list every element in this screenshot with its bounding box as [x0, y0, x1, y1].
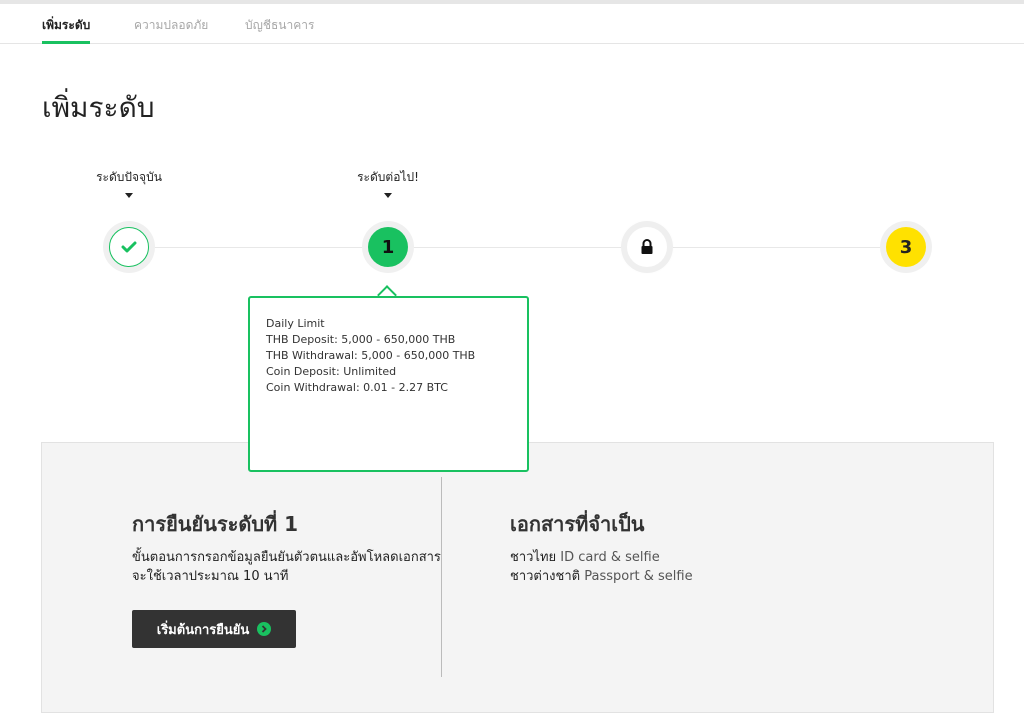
tab-upgrade-level[interactable]: เพิ่มระดับ — [42, 16, 91, 44]
step-level-1[interactable]: 1 — [368, 227, 408, 267]
popup-line: THB Withdrawal: 5,000 - 650,000 THB — [266, 349, 476, 362]
document-type: Passport & selfie — [584, 569, 693, 584]
current-level-text: ระดับปัจจุบัน — [96, 170, 162, 184]
verify-title: การยืนยันระดับที่ 1 — [132, 512, 299, 536]
start-verification-label: เริ่มต้นการยืนยัน — [156, 622, 250, 638]
popup-heading: Daily Limit — [266, 317, 325, 330]
tab-security[interactable]: ความปลอดภัย — [134, 16, 208, 44]
documents-list: ชาวไทย ID card & selfie ชาวต่างชาติ Pass… — [510, 548, 693, 586]
documents-title: เอกสารที่จำเป็น — [510, 512, 645, 536]
document-type: ID card & selfie — [560, 550, 660, 565]
step-level-3[interactable]: 3 — [886, 227, 926, 267]
step-completed[interactable] — [109, 227, 149, 267]
progress-track — [129, 247, 907, 248]
arrow-right-icon — [257, 622, 272, 636]
list-item: ชาวไทย ID card & selfie — [510, 548, 693, 567]
page-title: เพิ่มระดับ — [42, 91, 155, 124]
next-level-text: ระดับต่อไป! — [357, 170, 419, 184]
caret-down-icon — [125, 193, 133, 198]
tab-bar: เพิ่มระดับ ความปลอดภัย บัญชีธนาคาร — [0, 4, 1024, 44]
start-verification-button[interactable]: เริ่มต้นการยืนยัน — [132, 610, 296, 648]
next-level-label: ระดับต่อไป! — [333, 168, 443, 198]
popup-line: THB Deposit: 5,000 - 650,000 THB — [266, 333, 456, 346]
list-item: ชาวต่างชาติ Passport & selfie — [510, 567, 693, 586]
document-audience: ชาวต่างชาติ — [510, 569, 581, 584]
tab-bank-account[interactable]: บัญชีธนาคาร — [245, 16, 314, 44]
caret-down-icon — [384, 193, 392, 198]
check-icon — [121, 241, 137, 253]
level-limits-popup: Daily Limit THB Deposit: 5,000 - 650,000… — [248, 296, 529, 472]
popup-line: Coin Withdrawal: 0.01 - 2.27 BTC — [266, 381, 448, 394]
verify-description: ขั้นตอนการกรอกข้อมูลยืนยันตัวตนและอัพโหล… — [132, 550, 441, 584]
step-locked[interactable] — [627, 227, 667, 267]
lock-icon — [641, 239, 653, 254]
popup-line: Coin Deposit: Unlimited — [266, 365, 397, 378]
document-audience: ชาวไทย — [510, 550, 557, 565]
current-level-label: ระดับปัจจุบัน — [74, 168, 184, 198]
